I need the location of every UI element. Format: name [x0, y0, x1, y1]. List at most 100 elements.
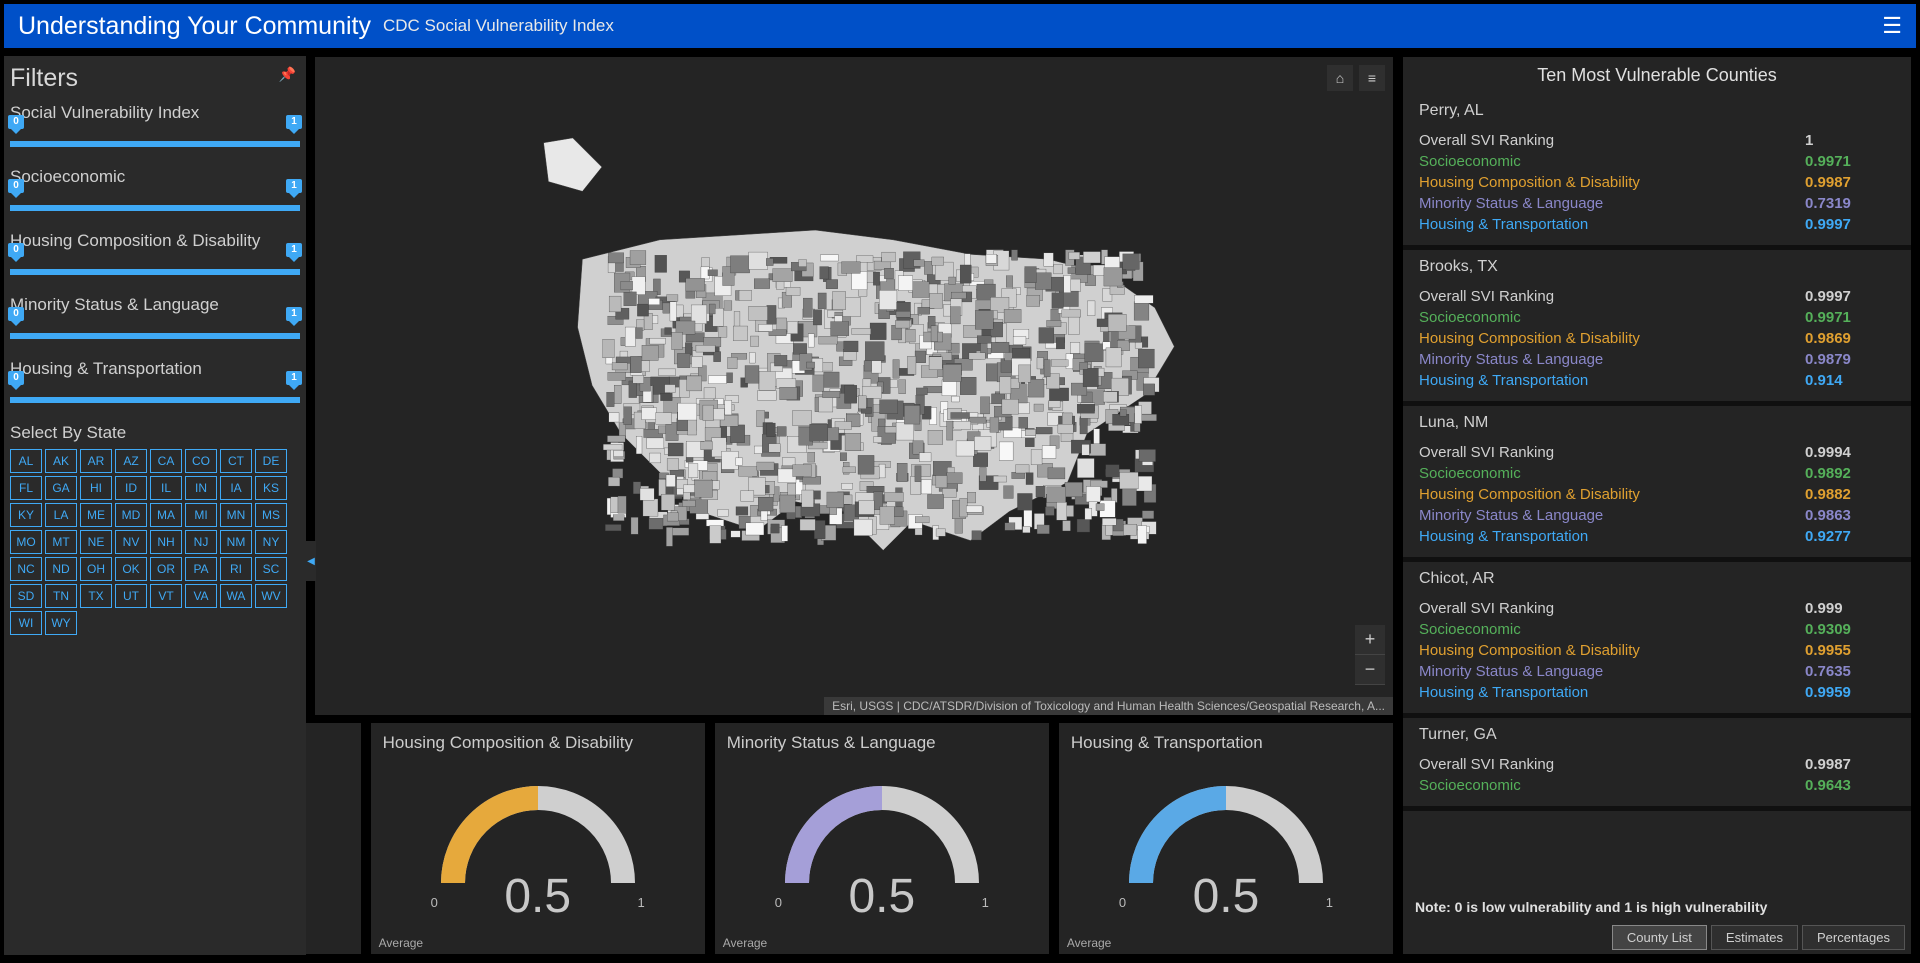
slider-min-handle[interactable]: 0	[8, 243, 24, 257]
tab-estimates[interactable]: Estimates	[1711, 925, 1798, 950]
range-slider[interactable]: 0 1	[10, 127, 300, 157]
state-button-me[interactable]: ME	[80, 503, 112, 527]
state-button-al[interactable]: AL	[10, 449, 42, 473]
state-button-nj[interactable]: NJ	[185, 530, 217, 554]
state-button-ok[interactable]: OK	[115, 557, 147, 581]
state-button-sd[interactable]: SD	[10, 584, 42, 608]
state-button-nm[interactable]: NM	[220, 530, 252, 554]
state-button-mo[interactable]: MO	[10, 530, 42, 554]
gauge-card: Minority Status & Language 0 1 0.5 Avera…	[714, 722, 1050, 955]
state-button-ut[interactable]: UT	[115, 584, 147, 608]
state-button-ma[interactable]: MA	[150, 503, 182, 527]
slider-max-handle[interactable]: 1	[286, 243, 302, 257]
gauge-title: Housing Composition & Disability	[383, 733, 693, 753]
slider-max-handle[interactable]: 1	[286, 371, 302, 385]
zoom-control: + −	[1355, 625, 1385, 685]
state-button-ky[interactable]: KY	[10, 503, 42, 527]
rank-value: 0.9987	[1805, 756, 1895, 773]
state-button-id[interactable]: ID	[115, 476, 147, 500]
menu-icon[interactable]: ☰	[1882, 13, 1902, 39]
rank-key: Socioeconomic	[1419, 777, 1805, 794]
state-button-md[interactable]: MD	[115, 503, 147, 527]
state-button-ia[interactable]: IA	[220, 476, 252, 500]
state-button-pa[interactable]: PA	[185, 557, 217, 581]
range-slider[interactable]: 0 1	[10, 319, 300, 349]
collapse-icon[interactable]: ◀	[306, 541, 316, 581]
state-button-sc[interactable]: SC	[255, 557, 287, 581]
range-slider[interactable]: 0 1	[10, 191, 300, 221]
slider-min-handle[interactable]: 0	[8, 371, 24, 385]
county-list[interactable]: Perry, ALOverall SVI Ranking1Socioeconom…	[1403, 94, 1911, 893]
state-button-ga[interactable]: GA	[45, 476, 77, 500]
state-button-ri[interactable]: RI	[220, 557, 252, 581]
state-button-wi[interactable]: WI	[10, 611, 42, 635]
tab-percentages[interactable]: Percentages	[1802, 925, 1905, 950]
rank-value: 0.999	[1805, 600, 1895, 617]
gauge-footer: Average	[723, 936, 767, 950]
county-card: Perry, ALOverall SVI Ranking1Socioeconom…	[1403, 94, 1911, 250]
state-button-ak[interactable]: AK	[45, 449, 77, 473]
rank-value: 0.9959	[1805, 684, 1895, 701]
pin-icon[interactable]: 📌	[279, 66, 296, 83]
state-button-nd[interactable]: ND	[45, 557, 77, 581]
slider-max-handle[interactable]: 1	[286, 115, 302, 129]
state-button-va[interactable]: VA	[185, 584, 217, 608]
filter-label: Social Vulnerability Index	[10, 103, 300, 123]
state-button-wy[interactable]: WY	[45, 611, 77, 635]
state-button-hi[interactable]: HI	[80, 476, 112, 500]
state-button-or[interactable]: OR	[150, 557, 182, 581]
legend-icon[interactable]: ≡	[1359, 65, 1385, 91]
state-button-ms[interactable]: MS	[255, 503, 287, 527]
range-slider[interactable]: 0 1	[10, 383, 300, 413]
state-button-mt[interactable]: MT	[45, 530, 77, 554]
tab-county-list[interactable]: County List	[1612, 925, 1707, 950]
state-button-nv[interactable]: NV	[115, 530, 147, 554]
state-button-tx[interactable]: TX	[80, 584, 112, 608]
home-icon[interactable]: ⌂	[1327, 65, 1353, 91]
state-button-la[interactable]: LA	[45, 503, 77, 527]
zoom-in-button[interactable]: +	[1355, 625, 1385, 655]
slider-min-handle[interactable]: 0	[8, 307, 24, 321]
state-button-tn[interactable]: TN	[45, 584, 77, 608]
rank-key: Housing Composition & Disability	[1419, 330, 1805, 347]
state-button-vt[interactable]: VT	[150, 584, 182, 608]
map-pane[interactable]: ⌂ ≡ + − Esri, USGS | CDC/ATSDR/Division …	[314, 56, 1394, 716]
state-button-ne[interactable]: NE	[80, 530, 112, 554]
vulnerable-counties-panel: Ten Most Vulnerable Counties Perry, ALOv…	[1402, 56, 1912, 955]
state-filter-label: Select By State	[10, 423, 300, 443]
slider-max-handle[interactable]: 1	[286, 179, 302, 193]
filters-title: Filters	[10, 64, 300, 93]
state-button-ct[interactable]: CT	[220, 449, 252, 473]
slider-max-handle[interactable]: 1	[286, 307, 302, 321]
state-button-nh[interactable]: NH	[150, 530, 182, 554]
state-button-in[interactable]: IN	[185, 476, 217, 500]
rank-value: 0.9994	[1805, 444, 1895, 461]
state-button-oh[interactable]: OH	[80, 557, 112, 581]
state-button-mn[interactable]: MN	[220, 503, 252, 527]
zoom-out-button[interactable]: −	[1355, 655, 1385, 685]
state-button-ar[interactable]: AR	[80, 449, 112, 473]
state-button-nc[interactable]: NC	[10, 557, 42, 581]
state-button-ks[interactable]: KS	[255, 476, 287, 500]
state-grid: ALAKARAZCACOCTDE FLGAHIIDILINIAKS KYLAMEMD…	[10, 449, 300, 635]
rank-key: Overall SVI Ranking	[1419, 600, 1805, 617]
state-button-il[interactable]: IL	[150, 476, 182, 500]
us-map[interactable]	[466, 83, 1242, 649]
state-button-co[interactable]: CO	[185, 449, 217, 473]
gauge-title: Minority Status & Language	[727, 733, 1037, 753]
state-button-wa[interactable]: WA	[220, 584, 252, 608]
state-button-mi[interactable]: MI	[185, 503, 217, 527]
slider-min-handle[interactable]: 0	[8, 179, 24, 193]
county-name: Turner, GA	[1419, 726, 1895, 744]
state-button-az[interactable]: AZ	[115, 449, 147, 473]
rank-value: 0.9971	[1805, 153, 1895, 170]
rank-key: Housing & Transportation	[1419, 528, 1805, 545]
state-button-fl[interactable]: FL	[10, 476, 42, 500]
slider-min-handle[interactable]: 0	[8, 115, 24, 129]
rank-value: 0.9955	[1805, 642, 1895, 659]
state-button-ca[interactable]: CA	[150, 449, 182, 473]
state-button-de[interactable]: DE	[255, 449, 287, 473]
range-slider[interactable]: 0 1	[10, 255, 300, 285]
state-button-ny[interactable]: NY	[255, 530, 287, 554]
state-button-wv[interactable]: WV	[255, 584, 287, 608]
